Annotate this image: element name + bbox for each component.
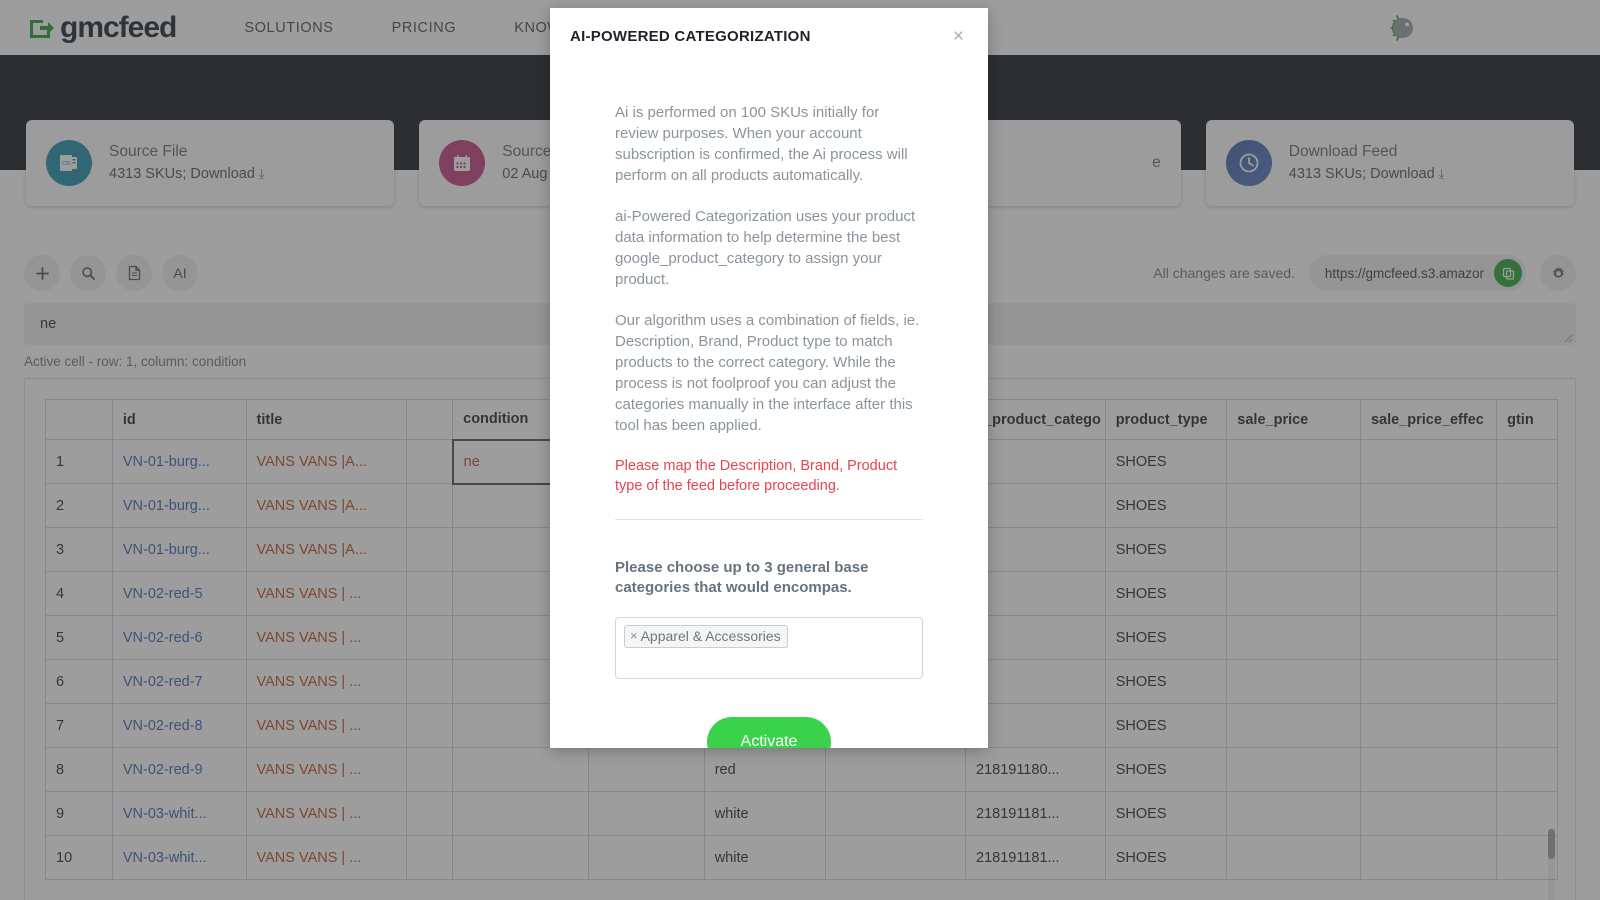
chip-label: Apparel & Accessories [640,627,781,644]
app-root: gmcfeed SOLUTIONS PRICING KNOWLEDGE [0,0,1600,900]
category-chip[interactable]: × Apparel & Accessories [624,624,788,648]
chip-remove-icon[interactable]: × [630,628,638,643]
modal-body: Ai is performed on 100 SKUs initially fo… [550,64,988,748]
base-category-multiselect[interactable]: × Apparel & Accessories [615,616,923,679]
modal-header: AI-POWERED CATEGORIZATION × [550,8,988,64]
activate-button[interactable]: Activate [706,716,832,748]
modal-paragraph-1: Ai is performed on 100 SKUs initially fo… [615,104,908,184]
modal-title: AI-POWERED CATEGORIZATION [570,27,811,45]
activate-button-row: Activate [615,716,923,748]
modal-paragraph-2: ai-Powered Categorization uses your prod… [615,208,916,288]
category-select-label: Please choose up to 3 general base categ… [615,558,869,597]
close-icon[interactable]: × [949,23,968,50]
modal-paragraph-3: Our algorithm uses a combination of fiel… [615,312,920,434]
modal-divider [615,518,923,520]
modal-warning-text: Please map the Description, Brand, Produ… [615,458,898,495]
ai-categorization-modal: AI-POWERED CATEGORIZATION × Ai is perfor… [550,8,988,748]
